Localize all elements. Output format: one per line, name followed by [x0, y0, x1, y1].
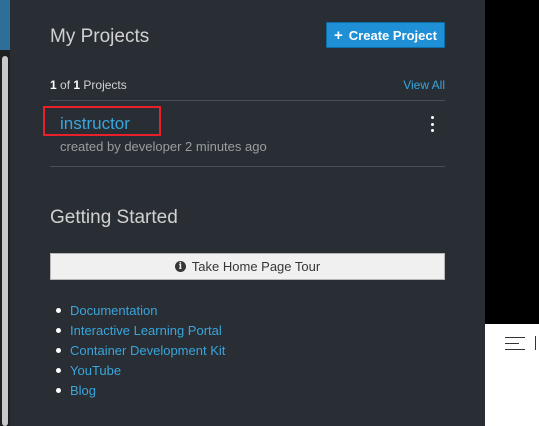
count-of: of	[60, 78, 71, 92]
menu-lines-icon[interactable]	[505, 337, 525, 351]
left-edge-strip	[0, 0, 10, 426]
list-item: Blog	[56, 380, 225, 400]
count-suffix: Projects	[83, 78, 127, 92]
plus-icon: +	[334, 26, 343, 44]
divider	[50, 166, 445, 167]
list-item: Container Development Kit	[56, 340, 225, 360]
divider	[50, 100, 445, 101]
bullet-icon	[56, 387, 61, 393]
list-item: Interactive Learning Portal	[56, 320, 225, 340]
project-meta: created by developer 2 minutes ago	[60, 139, 267, 154]
kebab-icon[interactable]	[428, 116, 436, 132]
bullet-icon	[56, 327, 61, 333]
project-name-link[interactable]: instructor	[60, 114, 130, 134]
bullet-icon	[56, 347, 61, 353]
home-page-tour-button[interactable]: i Take Home Page Tour	[50, 253, 445, 280]
projects-panel: My Projects + Create Project 1 of 1 Proj…	[10, 0, 485, 426]
create-project-button[interactable]: + Create Project	[326, 22, 445, 48]
my-projects-title: My Projects	[50, 26, 150, 47]
blog-link[interactable]: Blog	[70, 383, 96, 398]
getting-started-links: Documentation Interactive Learning Porta…	[56, 300, 225, 400]
count-total: 1	[73, 78, 81, 92]
view-all-link[interactable]: View All	[403, 78, 445, 92]
left-edge-header	[0, 0, 10, 50]
cdk-link[interactable]: Container Development Kit	[70, 343, 225, 358]
getting-started-title: Getting Started	[50, 207, 178, 228]
learning-portal-link[interactable]: Interactive Learning Portal	[70, 323, 222, 338]
bullet-icon	[56, 367, 61, 373]
create-project-label: Create Project	[348, 27, 437, 43]
documentation-link[interactable]: Documentation	[70, 303, 157, 318]
bullet-icon	[56, 307, 61, 313]
tour-label: Take Home Page Tour	[191, 259, 321, 274]
youtube-link[interactable]: YouTube	[70, 363, 121, 378]
list-item: YouTube	[56, 360, 225, 380]
list-item: Documentation	[56, 300, 225, 320]
clipped-icon	[535, 336, 539, 350]
count-current: 1	[50, 78, 57, 92]
project-count: 1 of 1 Projects	[50, 78, 127, 92]
side-area	[485, 324, 539, 426]
info-circle-icon: i	[174, 261, 186, 272]
scrollbar[interactable]	[2, 56, 8, 426]
